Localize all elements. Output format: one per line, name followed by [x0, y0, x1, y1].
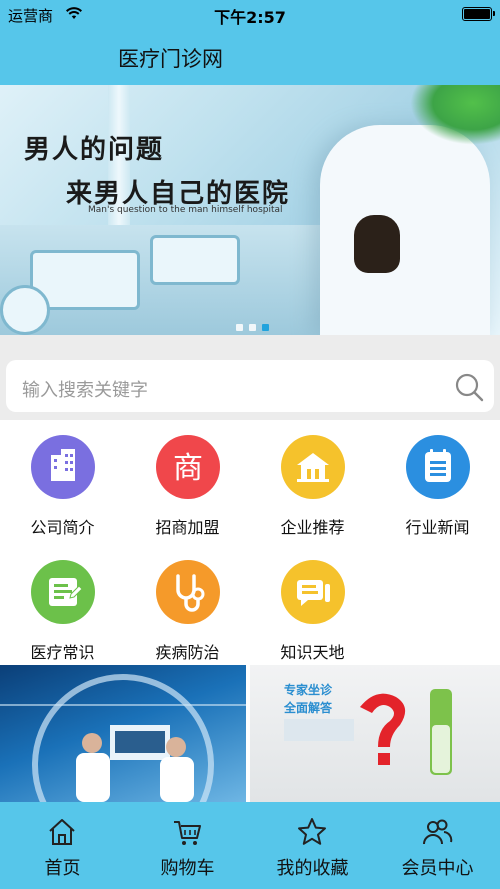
category-medical-knowledge[interactable]: 医疗常识 [0, 545, 125, 665]
tab-label: 购物车 [160, 858, 215, 879]
search-placeholder: 输入搜索关键字 [22, 380, 148, 401]
banner-bed [150, 235, 240, 285]
category-label: 招商加盟 [155, 518, 220, 537]
members-icon [423, 819, 453, 845]
stethoscope-icon [156, 560, 220, 624]
tab-member-center[interactable]: 会员中心 [375, 802, 500, 889]
category-label: 医疗常识 [30, 643, 95, 662]
category-label: 行业新闻 [405, 518, 470, 537]
carousel-dot[interactable] [249, 324, 256, 331]
chat-icon [281, 560, 345, 624]
battery-icon [462, 7, 495, 21]
category-disease-prevention[interactable]: 疾病防治 [125, 545, 250, 665]
tab-label: 会员中心 [401, 858, 474, 879]
doctor-figure [320, 125, 490, 335]
doctor-head [354, 215, 400, 273]
promo-image-doctors[interactable] [0, 665, 246, 802]
category-grid: 公司简介 商 招商加盟 企业推荐 行业新闻 医疗常识 疾病防治 知识天地 [0, 420, 500, 665]
cart-icon [174, 821, 201, 845]
svg-text:商: 商 [173, 451, 203, 486]
search-area: 输入搜索关键字 [0, 335, 500, 420]
status-time: 下午2:57 [214, 8, 286, 27]
banner-carousel[interactable]: 男人的问题 来男人自己的医院 Man's question to the man… [0, 85, 500, 335]
category-enterprise[interactable]: 企业推荐 [250, 420, 375, 540]
page-title: 医疗门诊网 [118, 47, 223, 71]
question-mark-illustration [284, 689, 452, 775]
carousel-indicator [236, 316, 275, 331]
category-knowledge[interactable]: 知识天地 [250, 545, 375, 665]
building-icon [31, 435, 95, 499]
status-bar: 运营商 下午2:57 [0, 0, 500, 28]
bottom-tab-bar: 首页 购物车 我的收藏 会员中心 [0, 802, 500, 889]
category-label: 企业推荐 [280, 518, 345, 537]
search-input[interactable]: 输入搜索关键字 [6, 360, 494, 412]
category-company-intro[interactable]: 公司简介 [0, 420, 125, 540]
category-franchise[interactable]: 商 招商加盟 [125, 420, 250, 540]
home-icon [49, 819, 75, 845]
enterprise-icon [281, 435, 345, 499]
category-label: 疾病防治 [155, 643, 220, 662]
search-icon[interactable] [454, 372, 484, 402]
banner-headline-1: 男人的问题 [24, 135, 165, 165]
star-icon [298, 818, 326, 845]
category-news[interactable]: 行业新闻 [375, 420, 500, 540]
tab-label: 首页 [44, 858, 81, 879]
tab-cart[interactable]: 购物车 [125, 802, 250, 889]
carousel-dot-active[interactable] [262, 324, 269, 331]
promo-image-expert[interactable]: 专家坐诊 全面解答 [250, 665, 500, 802]
carousel-dot[interactable] [236, 324, 243, 331]
news-icon [406, 435, 470, 499]
leaves-decoration [410, 85, 500, 145]
app-header: 运营商 下午2:57 医疗门诊网 [0, 0, 500, 85]
tab-label: 我的收藏 [276, 858, 349, 879]
category-label: 知识天地 [280, 643, 345, 662]
banner-subtitle: Man's question to the man himself hospit… [88, 205, 283, 215]
tab-favorites[interactable]: 我的收藏 [250, 802, 375, 889]
doctors-illustration [0, 674, 246, 802]
category-label: 公司简介 [30, 518, 95, 537]
tab-home[interactable]: 首页 [0, 802, 125, 889]
shang-icon: 商 [156, 435, 220, 499]
document-icon [31, 560, 95, 624]
banner-bed [0, 285, 50, 335]
